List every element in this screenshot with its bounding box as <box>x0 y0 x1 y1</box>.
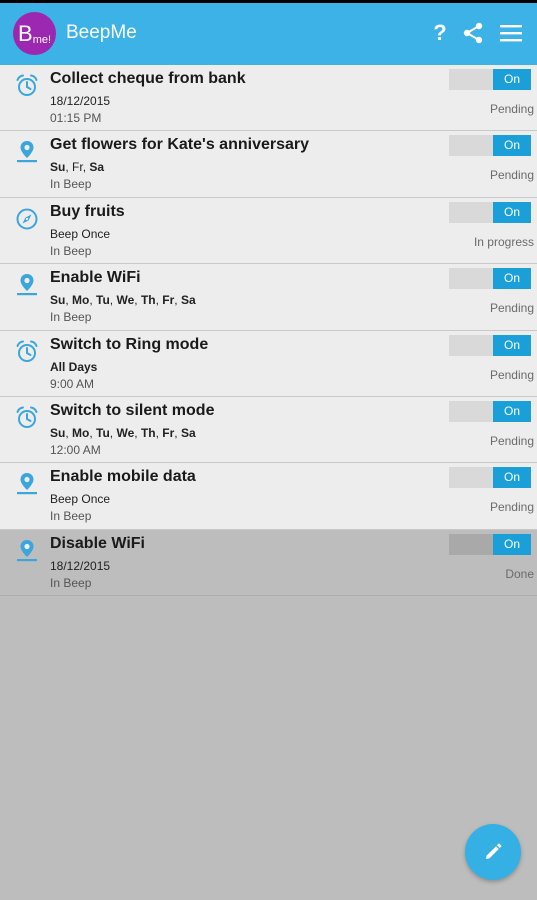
item-title: Collect cheque from bank <box>50 70 246 87</box>
enable-toggle[interactable]: On <box>449 201 531 223</box>
enable-toggle[interactable]: On <box>449 334 531 356</box>
list-item[interactable]: Buy fruits Beep Once In Beep On In progress <box>0 197 537 265</box>
logo-letter: B <box>18 21 33 46</box>
item-detail: In Beep <box>50 177 92 192</box>
item-title: Get flowers for Kate's anniversary <box>50 136 310 154</box>
day-label: We <box>116 293 135 308</box>
item-title: Disable WiFi <box>50 534 145 552</box>
toggle-label: On <box>493 69 531 90</box>
day-label: Fr <box>162 293 175 308</box>
toggle-label: On <box>493 135 531 157</box>
day-label: Tu <box>96 293 110 308</box>
list-item[interactable]: Enable WiFi Su, Mo, Tu, We, Th, Fr, Sa In … <box>0 264 537 331</box>
alarm-clock-icon <box>14 339 40 365</box>
app-title: BeepMe <box>66 22 137 43</box>
day-label: Mo <box>72 293 90 308</box>
day-label: Mo <box>72 425 90 440</box>
help-icon[interactable]: ? <box>426 19 454 47</box>
day-label: Th <box>140 425 156 440</box>
item-schedule: All Days <box>50 360 97 374</box>
item-detail: In Beep <box>50 509 92 524</box>
enable-toggle[interactable]: On <box>449 467 531 489</box>
item-schedule: Beep Once <box>50 492 111 507</box>
alarm-clock-icon <box>14 405 40 431</box>
day-label: Sa <box>89 160 105 175</box>
item-title: Switch to silent mode <box>50 401 215 419</box>
location-pin-icon <box>14 139 40 165</box>
toggle-label: On <box>493 201 531 223</box>
toggle-label: On <box>493 334 531 356</box>
toggle-label: On <box>493 268 531 290</box>
status-label: Done <box>505 566 534 581</box>
status-label: Pending <box>489 500 534 515</box>
location-pin-icon <box>14 471 40 497</box>
item-detail: 9:00 AM <box>50 376 95 391</box>
item-schedule: Su, Mo, Tu, We, Th, Fr, Sa <box>50 425 196 440</box>
location-pin-icon <box>14 272 40 298</box>
item-detail: In Beep <box>50 310 92 325</box>
item-title: Switch to Ring mode <box>50 335 209 353</box>
compose-button[interactable] <box>465 824 521 880</box>
compass-icon <box>14 206 40 232</box>
day-label: Th <box>140 293 156 308</box>
item-schedule: Su, Fr, Sa <box>50 160 105 175</box>
list-item[interactable]: Enable mobile data Beep Once In Beep On Pend… <box>0 463 537 530</box>
reminder-list: Collect cheque from bank 18/12/2015 01:15 … <box>0 65 537 597</box>
item-schedule: 18/12/2015 <box>50 94 111 108</box>
status-label: Pending <box>489 168 534 183</box>
logo-suffix: me! <box>32 34 52 46</box>
day-label: Sa <box>180 425 196 440</box>
item-schedule: Su, Mo, Tu, We, Th, Fr, Sa <box>50 293 196 308</box>
list-item[interactable]: Get flowers for Kate's anniversary Su, Fr… <box>0 131 537 198</box>
day-label: All Days <box>50 359 98 374</box>
day-label: Su <box>50 160 66 175</box>
list-item[interactable]: Switch to silent mode Su, Mo, Tu, We, Th,… <box>0 396 537 464</box>
day-label: Fr <box>162 425 175 440</box>
status-label: In progress <box>473 234 534 249</box>
item-title: Enable mobile data <box>50 468 196 486</box>
list-item[interactable]: Switch to Ring mode All Days 9:00 AM On Pend… <box>0 330 537 397</box>
list-item[interactable]: Disable WiFi 18/12/2015 In Beep On Done <box>0 529 537 597</box>
day-label: Tu <box>96 425 110 440</box>
item-detail: In Beep <box>50 575 92 590</box>
day-label: Su <box>50 293 66 308</box>
alarm-clock-icon <box>14 73 40 99</box>
enable-toggle[interactable]: On <box>449 135 531 157</box>
item-title: Enable WiFi <box>50 269 141 287</box>
menu-icon[interactable] <box>497 19 525 47</box>
enable-toggle[interactable]: On <box>449 400 531 422</box>
enable-toggle[interactable]: On <box>449 69 531 90</box>
item-detail: 12:00 AM <box>50 442 101 457</box>
status-label: Pending <box>489 367 534 382</box>
item-detail: 01:15 PM <box>50 111 102 125</box>
toggle-label: On <box>493 533 531 555</box>
status-label: Pending <box>489 301 534 316</box>
toggle-label: On <box>493 467 531 489</box>
status-label: Pending <box>489 102 534 116</box>
day-label: We <box>116 425 135 440</box>
day-label: Fr <box>72 160 83 175</box>
item-schedule: Beep Once <box>50 226 111 241</box>
location-pin-icon <box>14 538 40 564</box>
enable-toggle[interactable]: On <box>449 268 531 290</box>
pencil-icon <box>486 843 502 859</box>
app-logo[interactable]: Bme! <box>13 12 56 55</box>
status-label: Pending <box>489 433 534 448</box>
share-icon[interactable] <box>459 19 487 47</box>
enable-toggle[interactable]: On <box>449 533 531 555</box>
help-glyph: ? <box>433 20 447 45</box>
item-title: Buy fruits <box>50 202 125 220</box>
item-schedule: 18/12/2015 <box>50 558 111 573</box>
day-label: Su <box>50 425 66 440</box>
list-item[interactable]: Collect cheque from bank 18/12/2015 01:15 … <box>0 65 537 132</box>
day-label: Sa <box>180 293 196 308</box>
app-bar: Bme! BeepMe ? <box>0 3 537 65</box>
item-detail: In Beep <box>50 243 92 258</box>
toggle-label: On <box>493 400 531 422</box>
